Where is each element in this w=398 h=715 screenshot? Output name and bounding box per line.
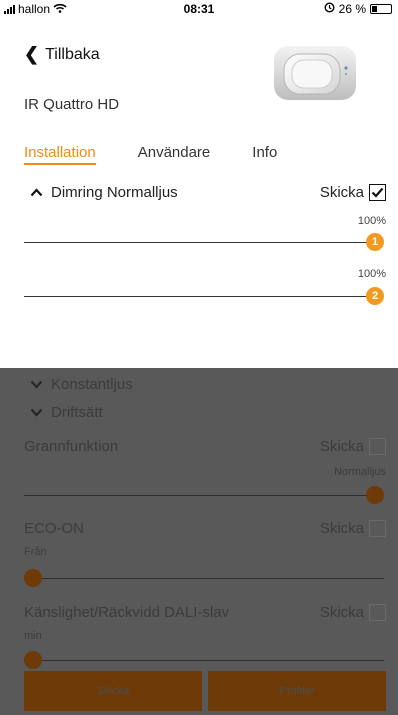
device-image: [272, 40, 358, 104]
operating-mode-header[interactable]: Driftsätt: [30, 404, 103, 421]
back-button[interactable]: ❮ Tillbaka: [24, 44, 100, 65]
grannfunktion-send-label: Skicka: [319, 438, 364, 455]
slider-1-handle[interactable]: 1: [366, 233, 384, 251]
constant-light-label: Konstantljus: [51, 376, 133, 393]
alarm-icon: [324, 2, 335, 16]
grannfunktion-slider-track[interactable]: [24, 495, 376, 496]
chevron-up-icon: [30, 184, 43, 201]
operating-mode-label: Driftsätt: [51, 404, 103, 421]
grannfunktion-label: Grannfunktion: [24, 438, 119, 455]
tab-installation[interactable]: Installation: [24, 144, 96, 165]
sensitivity-slider-track[interactable]: [24, 660, 384, 661]
profiles-button[interactable]: Profiler: [208, 671, 386, 711]
dimming-send[interactable]: Skicka: [320, 184, 386, 201]
sensitivity-send-label: Skicka: [319, 604, 364, 621]
battery-icon: [370, 4, 392, 14]
sensitivity-checkbox[interactable]: [369, 604, 386, 621]
sensitivity-label: Känslighet/Räckvidd DALI-slav: [24, 604, 230, 621]
sensitivity-slider-handle[interactable]: [24, 651, 42, 669]
slider-2-track[interactable]: [24, 296, 376, 297]
eco-on-label: ECO-ON: [24, 520, 84, 537]
constant-light-header[interactable]: Konstantljus: [30, 376, 133, 393]
modal-overlay: Konstantljus Driftsätt Grannfunktion Ski…: [0, 368, 398, 715]
eco-on-send-label: Skicka: [319, 520, 364, 537]
grannfunktion-send[interactable]: Skicka: [320, 438, 386, 455]
dimming-section-label: Dimring Normalljus: [51, 184, 178, 201]
send-button[interactable]: Skicka: [24, 671, 202, 711]
eco-on-send[interactable]: Skicka: [320, 520, 386, 537]
slider-1-value: 100%: [357, 215, 386, 227]
dimming-section-header[interactable]: Dimring Normalljus: [30, 184, 178, 201]
device-title: IR Quattro HD: [24, 96, 120, 113]
dimming-send-checkbox[interactable]: [369, 184, 386, 201]
slider-1-track[interactable]: [24, 242, 376, 243]
slider-2-value: 100%: [357, 268, 386, 280]
chevron-left-icon: ❮: [24, 44, 40, 64]
status-bar: hallon 08:31 26 %: [0, 0, 398, 18]
slider-2-handle[interactable]: 2: [366, 287, 384, 305]
eco-on-slider-handle[interactable]: [24, 569, 42, 587]
tab-bar: Installation Användare Info: [24, 144, 277, 165]
tab-users[interactable]: Användare: [138, 144, 211, 165]
eco-on-checkbox[interactable]: [369, 520, 386, 537]
grannfunktion-slider-handle[interactable]: [366, 486, 384, 504]
chevron-down-icon: [30, 404, 43, 421]
battery-indicator: 26 %: [324, 2, 392, 16]
dimming-send-label: Skicka: [319, 184, 364, 201]
grannfunktion-checkbox[interactable]: [369, 438, 386, 455]
back-label: Tillbaka: [45, 45, 100, 63]
eco-on-value: Från: [24, 546, 47, 558]
tab-info[interactable]: Info: [252, 144, 277, 165]
grannfunktion-value: Normalljus: [334, 466, 386, 478]
chevron-down-icon: [30, 376, 43, 393]
eco-on-slider-track[interactable]: [24, 578, 384, 579]
sensitivity-send[interactable]: Skicka: [320, 604, 386, 621]
sensitivity-value: min: [24, 630, 42, 642]
battery-percent: 26 %: [338, 2, 366, 16]
